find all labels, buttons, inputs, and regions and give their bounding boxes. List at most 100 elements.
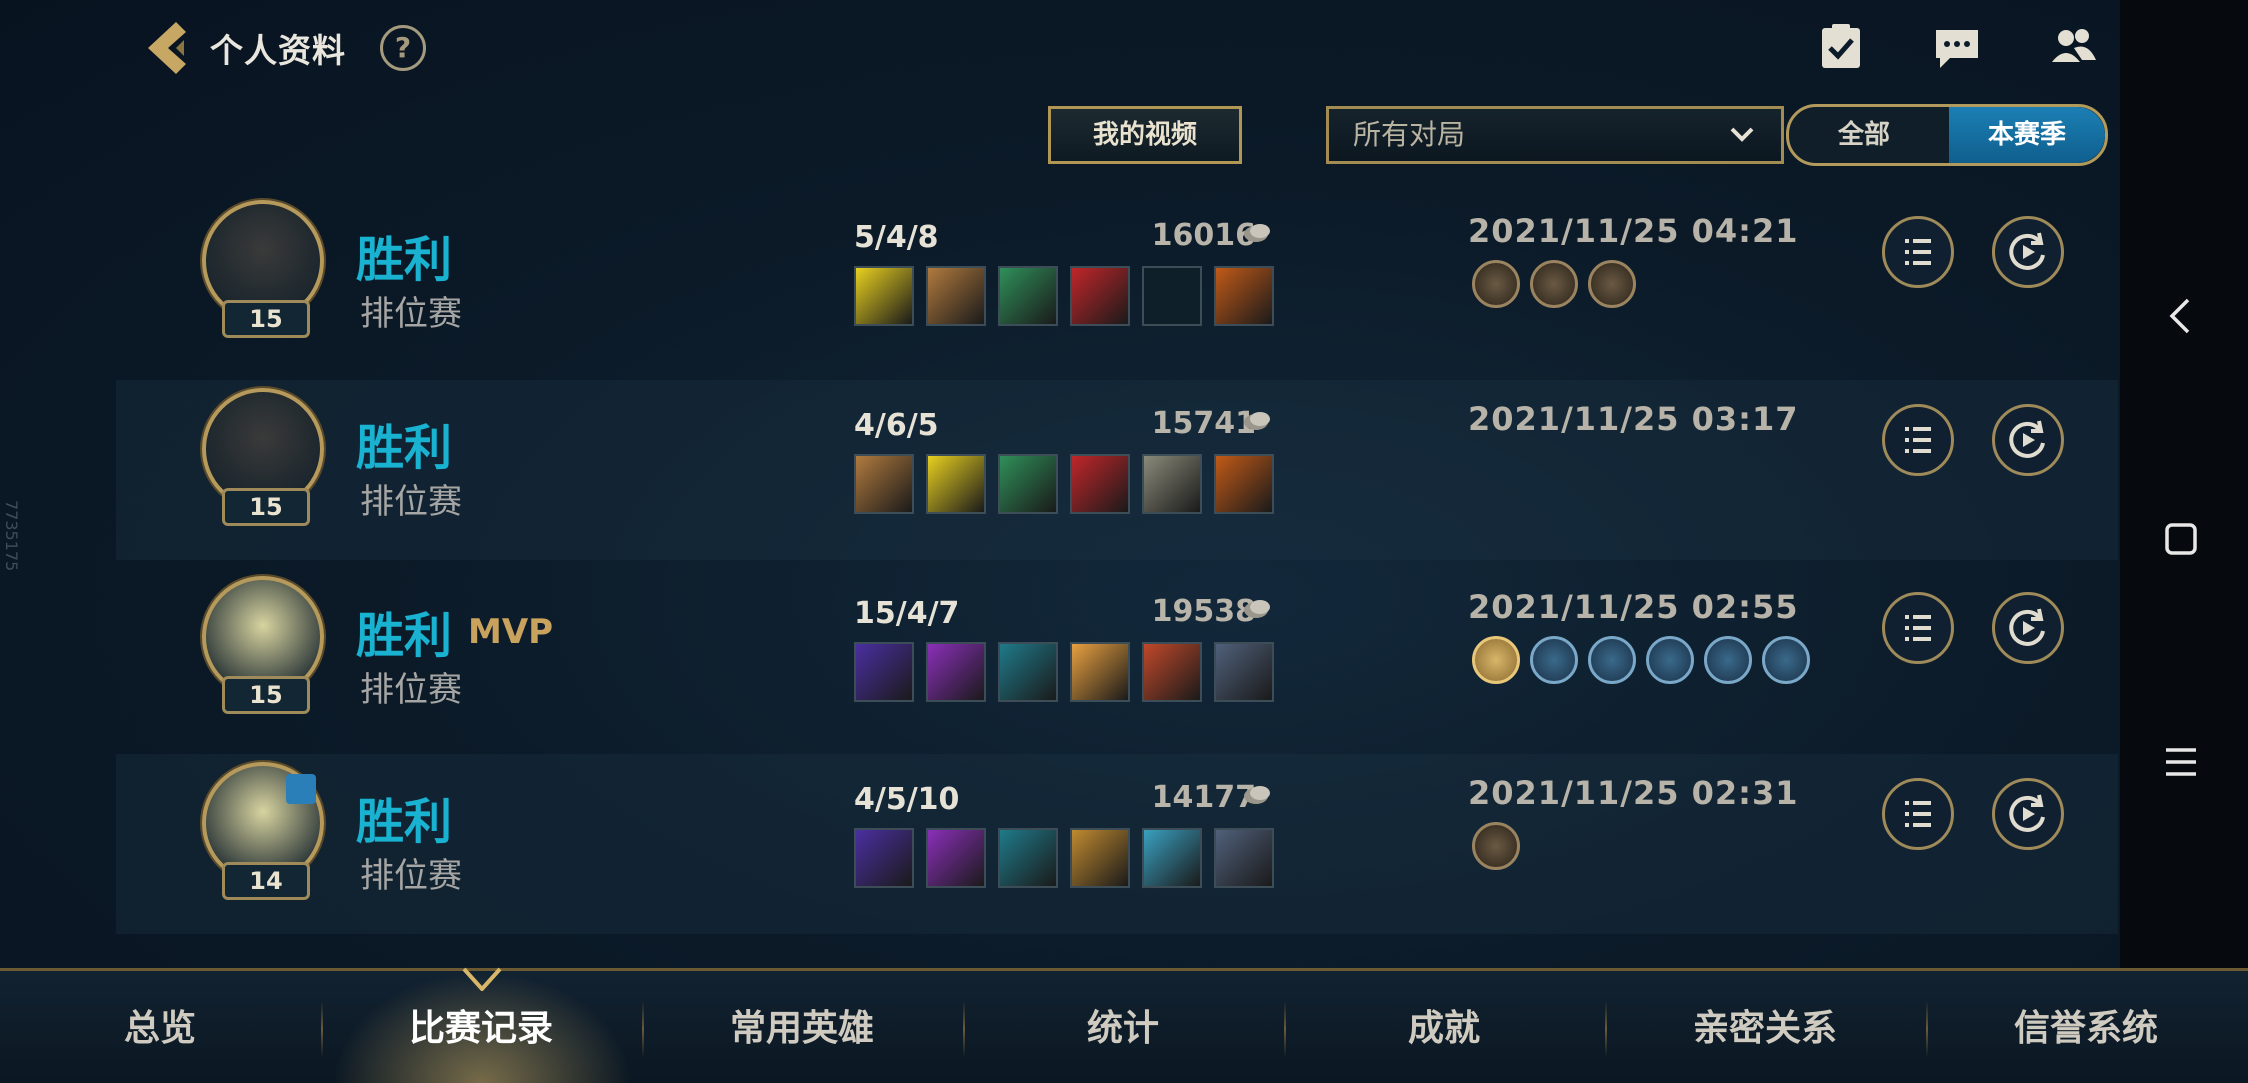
achievement-badge[interactable]	[1588, 636, 1636, 684]
system-menu-icon[interactable]	[2164, 746, 2198, 778]
tab-5[interactable]: 亲密关系	[1605, 999, 1925, 1051]
match-row[interactable]: 15 胜利 排位赛 4/6/5 15741 2021/11/25 03:17	[116, 380, 2118, 560]
help-button[interactable]: ?	[380, 25, 426, 71]
item-icon[interactable]	[998, 266, 1058, 326]
missions-clipboard-icon[interactable]	[1816, 22, 1866, 72]
gold-earned: 16016	[1151, 218, 1256, 253]
replay-button[interactable]	[1992, 216, 2064, 288]
tab-divider	[1284, 1001, 1286, 1057]
item-icon[interactable]	[1142, 454, 1202, 514]
gold-earned: 15741	[1151, 406, 1256, 441]
kda: 15/4/7	[854, 596, 960, 631]
match-details-button[interactable]	[1882, 778, 1954, 850]
achievement-badge[interactable]	[1646, 636, 1694, 684]
item-icon[interactable]	[854, 642, 914, 702]
achievement-badge[interactable]	[1704, 636, 1752, 684]
match-datetime: 2021/11/25 02:55	[1468, 588, 1799, 626]
tab-divider	[1926, 1001, 1928, 1057]
match-details-button[interactable]	[1882, 404, 1954, 476]
trinket-icon[interactable]	[1214, 642, 1274, 702]
achievement-badge[interactable]	[1588, 260, 1636, 308]
match-datetime: 2021/11/25 02:31	[1468, 774, 1799, 812]
gold-earned: 14177	[1151, 780, 1256, 815]
item-icon[interactable]	[854, 828, 914, 888]
achievement-badge[interactable]	[1472, 260, 1520, 308]
match-details-button[interactable]	[1882, 592, 1954, 664]
empty-slot[interactable]	[1142, 266, 1202, 326]
kda: 5/4/8	[854, 220, 939, 255]
item-icon[interactable]	[1070, 454, 1130, 514]
champion-level: 15	[222, 488, 310, 526]
page-title: 个人资料	[210, 31, 346, 70]
achievement-badge[interactable]	[1762, 636, 1810, 684]
tab-2[interactable]: 常用英雄	[642, 999, 962, 1051]
tab-divider	[963, 1001, 965, 1057]
match-type-dropdown[interactable]: 所有对局	[1326, 106, 1784, 164]
item-icon[interactable]	[1070, 828, 1130, 888]
s-rank-badge[interactable]	[1472, 636, 1520, 684]
tab-1[interactable]: 比赛记录	[321, 999, 641, 1051]
my-videos-button[interactable]: 我的视频	[1048, 106, 1242, 164]
achievement-badge[interactable]	[1530, 260, 1578, 308]
item-icon[interactable]	[1142, 828, 1202, 888]
chat-icon[interactable]	[1932, 22, 1982, 72]
game-mode: 排位赛	[360, 670, 462, 710]
replay-button[interactable]	[1992, 592, 2064, 664]
system-home-icon[interactable]	[2164, 522, 2198, 556]
tab-0[interactable]: 总览	[0, 999, 320, 1051]
toggle-this-season[interactable]: 本赛季	[1949, 107, 2105, 163]
match-row[interactable]: 15 胜利 排位赛 5/4/8 16016 2021/11/25 04:21	[116, 192, 2118, 372]
achievement-badge[interactable]	[1472, 822, 1520, 870]
gold-earned: 19538	[1151, 594, 1256, 629]
list-icon	[1905, 801, 1931, 827]
item-icon[interactable]	[998, 454, 1058, 514]
replay-icon	[2009, 232, 2045, 270]
champion-level: 14	[222, 862, 310, 900]
match-row[interactable]: 14 胜利排位赛 4/5/10 14177 2021/11/25 02:31	[116, 754, 2118, 934]
season-toggle[interactable]: 全部 本赛季	[1786, 104, 2108, 166]
trinket-icon[interactable]	[1214, 454, 1274, 514]
tab-3[interactable]: 统计	[963, 999, 1283, 1051]
replay-icon	[2009, 608, 2045, 646]
item-icon[interactable]	[926, 266, 986, 326]
system-back-icon[interactable]	[2166, 298, 2196, 334]
match-result: 胜利	[356, 794, 453, 850]
item-icon[interactable]	[926, 642, 986, 702]
toggle-all[interactable]: 全部	[1789, 107, 1939, 163]
trinket-icon[interactable]	[1214, 828, 1274, 888]
list-icon	[1905, 427, 1931, 453]
item-icon[interactable]	[926, 454, 986, 514]
gold-coin-icon	[1244, 786, 1270, 804]
item-icon[interactable]	[1070, 266, 1130, 326]
tab-6[interactable]: 信誉系统	[1926, 999, 2246, 1051]
match-row[interactable]: 15 胜利 MVP 排位赛 15/4/7 19538 2021/11/25 02:55	[116, 568, 2118, 748]
gold-coin-icon	[1244, 412, 1270, 430]
watermark: 7735175	[2, 500, 21, 572]
match-datetime: 2021/11/25 03:17	[1468, 400, 1799, 438]
item-icon[interactable]	[998, 828, 1058, 888]
back-button[interactable]	[138, 18, 194, 78]
replay-button[interactable]	[1992, 778, 2064, 850]
item-icon[interactable]	[1070, 642, 1130, 702]
gold-coin-icon	[1244, 600, 1270, 618]
replay-button[interactable]	[1992, 404, 2064, 476]
tab-4[interactable]: 成就	[1284, 999, 1604, 1051]
item-icon[interactable]	[854, 454, 914, 514]
bottom-tab-bar: 总览 比赛记录 常用英雄 统计 成就 亲密关系 信誉系统	[0, 967, 2248, 1083]
replay-icon	[2009, 794, 2045, 832]
item-icon[interactable]	[1142, 642, 1202, 702]
achievement-badge[interactable]	[1530, 636, 1578, 684]
item-icon[interactable]	[926, 828, 986, 888]
friends-icon[interactable]	[2048, 22, 2098, 72]
trinket-icon[interactable]	[1214, 266, 1274, 326]
item-icon[interactable]	[854, 266, 914, 326]
tab-divider	[321, 1001, 323, 1057]
active-tab-indicator-icon	[462, 967, 502, 991]
champion-level: 15	[222, 676, 310, 714]
kda: 4/5/10	[854, 782, 960, 817]
match-details-button[interactable]	[1882, 216, 1954, 288]
item-icon[interactable]	[998, 642, 1058, 702]
list-icon	[1905, 615, 1931, 641]
game-mode: 排位赛	[360, 856, 462, 896]
match-result: 胜利	[356, 420, 453, 476]
